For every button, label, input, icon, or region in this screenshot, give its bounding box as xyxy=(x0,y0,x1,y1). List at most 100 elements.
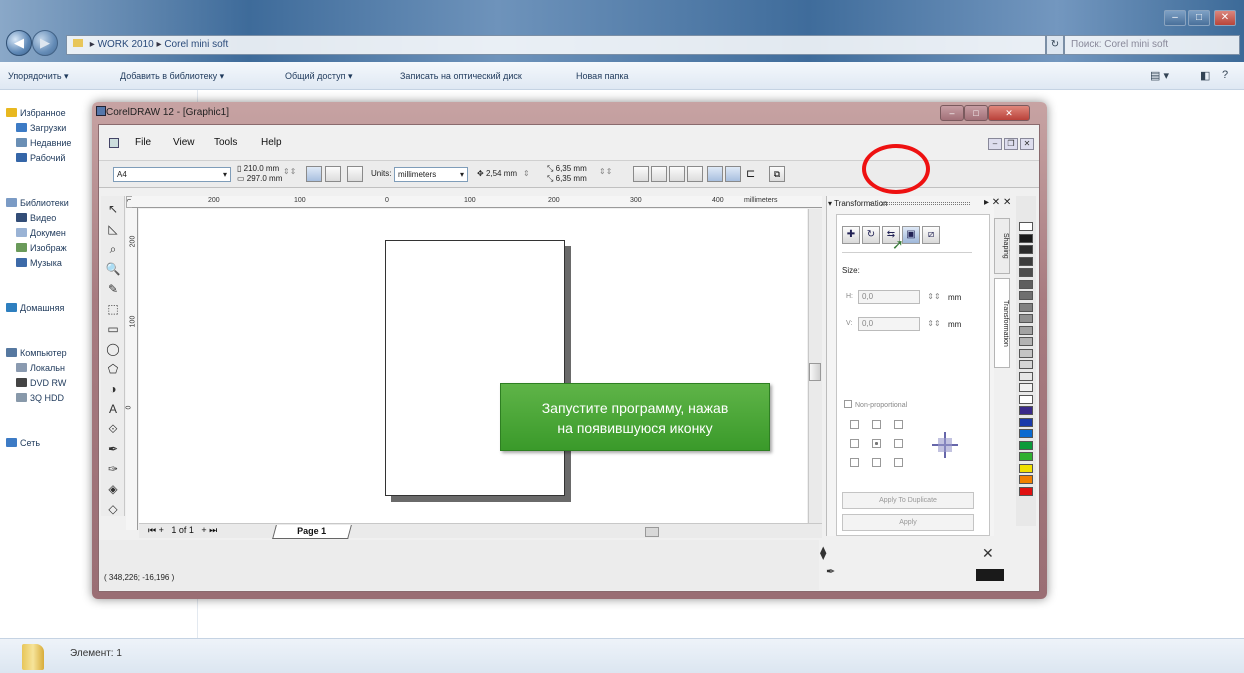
palette-swatch[interactable] xyxy=(1019,222,1033,231)
preview-pane-icon[interactable]: ◧ xyxy=(1200,69,1210,82)
palette-swatch[interactable] xyxy=(1019,475,1033,484)
palette-swatch[interactable] xyxy=(1019,291,1033,300)
vertical-ruler[interactable]: 200 100 0 xyxy=(125,208,138,530)
palette-swatch[interactable] xyxy=(1019,348,1033,358)
dynamic-guides-button[interactable] xyxy=(687,166,703,182)
basic-shapes-icon[interactable]: ◑ xyxy=(104,380,122,398)
spinner-icon[interactable]: ⇕⇕ xyxy=(924,319,944,331)
doc-close-button[interactable]: ✕ xyxy=(1020,138,1034,150)
nav-item[interactable]: Сеть xyxy=(6,438,40,448)
palette-swatch[interactable] xyxy=(1019,245,1033,254)
new-folder-button[interactable]: Новая папка xyxy=(576,71,628,81)
help-icon[interactable]: ? xyxy=(1222,69,1228,81)
polygon-tool-icon[interactable]: ⬠ xyxy=(104,360,122,378)
draw-outline-button[interactable] xyxy=(725,166,741,182)
organize-menu[interactable]: Упорядочить ▾ xyxy=(8,71,69,82)
anchor-checkbox[interactable] xyxy=(872,420,881,429)
paper-size-select[interactable]: A4 ▾ xyxy=(113,167,231,182)
landscape-button[interactable] xyxy=(325,166,341,182)
horizontal-scrollbar[interactable] xyxy=(139,523,822,538)
eyedropper-icon[interactable]: ✒ xyxy=(104,440,122,458)
nav-item[interactable]: Компьютер xyxy=(6,348,67,358)
size-icon[interactable]: ▣ xyxy=(902,226,920,244)
minimize-button[interactable]: – xyxy=(1164,10,1186,26)
anchor-checkbox[interactable] xyxy=(894,458,903,467)
tab-transformation[interactable]: Transformation xyxy=(994,278,1010,368)
non-proportional-checkbox[interactable]: Non-proportional xyxy=(844,400,907,409)
doc-minimize-button[interactable]: – xyxy=(988,138,1002,150)
anchor-checkbox[interactable] xyxy=(894,420,903,429)
palette-swatch[interactable] xyxy=(1019,268,1033,277)
nav-item[interactable]: Изображ xyxy=(16,243,67,253)
snap-objects-button[interactable] xyxy=(669,166,685,182)
freehand-tool-icon[interactable]: ✎ xyxy=(104,280,122,298)
anchor-checkbox[interactable] xyxy=(850,439,859,448)
crop-tool-icon[interactable]: ⌕ xyxy=(104,240,122,258)
palette-swatch[interactable] xyxy=(1019,233,1033,243)
rotate-icon[interactable]: ↻ xyxy=(862,226,880,244)
document-icon[interactable] xyxy=(109,138,119,148)
nav-item[interactable]: Докумен xyxy=(16,228,66,238)
snap-guidelines-button[interactable] xyxy=(651,166,667,182)
palette-swatch[interactable] xyxy=(1019,440,1033,450)
new-app-icon[interactable]: ⧉ xyxy=(769,166,785,182)
treat-as-filled-button[interactable] xyxy=(707,166,723,182)
apply-to-duplicate-button[interactable]: Apply To Duplicate xyxy=(842,492,974,509)
palette-swatch[interactable] xyxy=(1019,452,1033,461)
palette-swatch[interactable] xyxy=(1019,302,1033,312)
nav-item[interactable]: DVD RW xyxy=(16,378,66,388)
tab-shaping[interactable]: Shaping xyxy=(994,218,1010,274)
breadcrumb-corel[interactable]: Corel mini soft xyxy=(164,39,228,50)
menu-file[interactable]: File xyxy=(135,137,151,148)
smart-fill-icon[interactable]: ⬚ xyxy=(104,300,122,318)
size-h-field[interactable]: 0,0 xyxy=(858,290,920,304)
palette-swatch[interactable] xyxy=(1019,486,1033,496)
text-tool-icon[interactable]: A xyxy=(104,400,122,418)
palette-swatch[interactable] xyxy=(1019,325,1033,335)
burn-disc-button[interactable]: Записать на оптический диск xyxy=(400,71,522,81)
menu-view[interactable]: View xyxy=(173,137,195,148)
rectangle-tool-icon[interactable]: ▭ xyxy=(104,320,122,338)
pick-tool-icon[interactable]: ↖ xyxy=(104,200,122,218)
spinner-icon[interactable]: ⇕⇕ xyxy=(924,292,944,304)
nav-item[interactable]: 3Q HDD xyxy=(16,393,64,403)
nav-item[interactable]: Загрузки xyxy=(16,123,66,133)
back-arrow-icon[interactable]: ◀ xyxy=(6,30,32,56)
spinner-icon[interactable]: ⇕ xyxy=(523,169,530,178)
duplicate-x-field[interactable]: ⤡ 6,35 mm xyxy=(547,164,587,174)
scrollbar-thumb[interactable] xyxy=(809,363,821,381)
page-navigator[interactable]: ⏮ + 1 of 1 + ⏭ xyxy=(148,525,217,536)
palette-swatch[interactable] xyxy=(1019,314,1033,323)
anchor-checkbox[interactable] xyxy=(872,439,881,448)
outline-tool-icon[interactable]: ✑ xyxy=(104,460,122,478)
maximize-button[interactable]: □ xyxy=(1188,10,1210,26)
palette-swatch[interactable] xyxy=(1019,337,1033,346)
nudge-field[interactable]: ✥ 2,54 mm xyxy=(477,169,517,178)
nav-item[interactable]: Видео xyxy=(16,213,56,223)
interactive-fill-icon[interactable]: ◇ xyxy=(104,500,122,518)
nav-item[interactable]: Домашняя xyxy=(6,303,64,313)
view-options-icon[interactable]: ▤ ▾ xyxy=(1150,69,1169,82)
maximize-button[interactable]: □ xyxy=(964,105,988,121)
search-input[interactable]: Поиск: Corel mini soft xyxy=(1064,35,1240,55)
nav-item[interactable]: Библиотеки xyxy=(6,198,69,208)
minimize-button[interactable]: – xyxy=(940,105,964,121)
nav-item[interactable]: Музыка xyxy=(16,258,62,268)
snap-grid-button[interactable] xyxy=(633,166,649,182)
forward-arrow-icon[interactable]: ▶ xyxy=(32,30,58,56)
doc-restore-button[interactable]: ❐ xyxy=(1004,138,1018,150)
skew-icon[interactable]: ⧄ xyxy=(922,226,940,244)
scrollbar-thumb[interactable] xyxy=(645,527,659,537)
refresh-icon[interactable]: ↻ xyxy=(1046,35,1064,55)
docker-grip[interactable] xyxy=(870,202,970,205)
horizontal-ruler[interactable]: 200 100 0 100 200 300 400 millimeters xyxy=(132,196,822,208)
palette-swatch[interactable] xyxy=(1019,463,1033,473)
size-v-field[interactable]: 0,0 xyxy=(858,317,920,331)
shape-tool-icon[interactable]: ◺ xyxy=(104,220,122,238)
last-page-icon[interactable]: + ⏭ xyxy=(201,525,217,535)
share-menu[interactable]: Общий доступ ▾ xyxy=(285,71,353,82)
units-select[interactable]: millimeters ▾ xyxy=(394,167,468,182)
duplicate-y-field[interactable]: ⤡ 6,35 mm xyxy=(547,174,587,184)
interactive-blend-icon[interactable]: ⟐ xyxy=(104,420,122,438)
palette-swatch[interactable] xyxy=(1019,383,1033,392)
